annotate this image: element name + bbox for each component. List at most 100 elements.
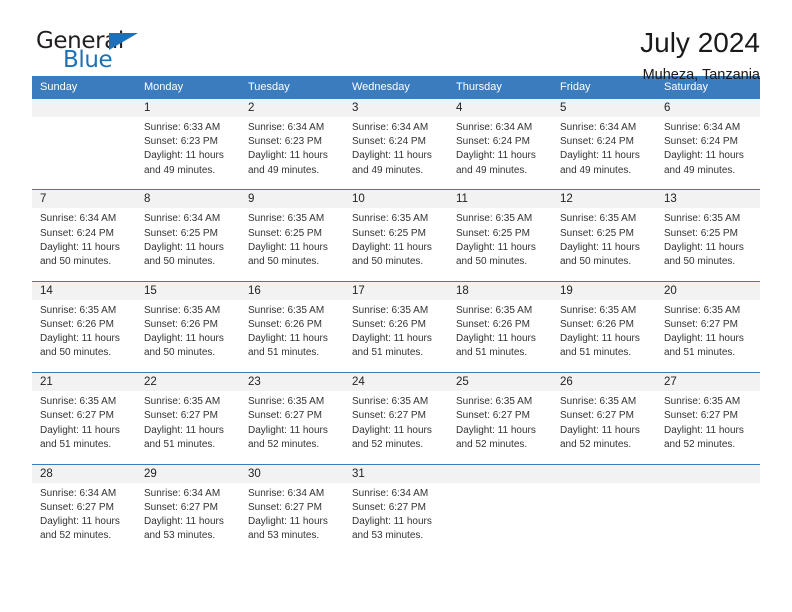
daylight-text-line1: Daylight: 11 hours — [248, 515, 328, 527]
calendar-day-cell[interactable]: 7 Sunrise: 6:34 AM Sunset: 6:24 PM Daylight… — [32, 189, 136, 282]
calendar-day-cell[interactable]: 21 Sunrise: 6:35 AM Sunset: 6:27 PM Dayligh… — [32, 372, 136, 465]
daylight-text-line2: and 49 minutes. — [664, 164, 736, 176]
calendar-day-cell[interactable]: 6 Sunrise: 6:34 AM Sunset: 6:24 PM Daylight… — [656, 97, 760, 190]
day-sun-info: Sunrise: 6:34 AM Sunset: 6:27 PM Daylight:… — [32, 483, 136, 544]
weekday-header-wednesday: Wednesday — [344, 76, 448, 99]
daylight-text-line1: Daylight: 11 hours — [144, 241, 224, 253]
daylight-text-line1: Daylight: 11 hours — [144, 515, 224, 527]
sunrise-text: Sunrise: 6:35 AM — [40, 396, 117, 408]
sunrise-text: Sunrise: 6:35 AM — [352, 396, 429, 408]
sunrise-text: Sunrise: 6:34 AM — [144, 213, 221, 225]
daylight-text-line1: Daylight: 11 hours — [40, 333, 120, 345]
sunrise-text: Sunrise: 6:34 AM — [40, 213, 117, 225]
daylight-text-line2: and 49 minutes. — [248, 164, 320, 176]
calendar-day-cell[interactable]: 13 Sunrise: 6:35 AM Sunset: 6:25 PM Dayligh… — [656, 189, 760, 282]
day-cell-inner: 6 Sunrise: 6:34 AM Sunset: 6:24 PM Daylight… — [656, 99, 760, 189]
sunset-text: Sunset: 6:25 PM — [664, 227, 738, 239]
day-cell-inner: 28 Sunrise: 6:34 AM Sunset: 6:27 PM Dayligh… — [32, 464, 136, 555]
sunset-text: Sunset: 6:27 PM — [352, 501, 426, 513]
day-number: 2 — [240, 99, 344, 117]
day-cell-inner: 4 Sunrise: 6:34 AM Sunset: 6:24 PM Daylight… — [448, 99, 552, 189]
sunrise-text: Sunrise: 6:34 AM — [560, 122, 637, 133]
day-number: 26 — [552, 373, 656, 392]
day-number: 22 — [136, 373, 240, 392]
sunrise-text: Sunrise: 6:34 AM — [352, 122, 429, 133]
sunset-text: Sunset: 6:25 PM — [456, 227, 530, 239]
calendar-empty-cell — [656, 463, 760, 555]
sunrise-text: Sunrise: 6:34 AM — [456, 122, 533, 133]
day-cell-inner: 23 Sunrise: 6:35 AM Sunset: 6:27 PM Dayligh… — [240, 373, 344, 463]
sunrise-text: Sunrise: 6:33 AM — [144, 122, 221, 133]
daylight-text-line1: Daylight: 11 hours — [248, 150, 328, 162]
day-sun-info: Sunrise: 6:34 AM Sunset: 6:24 PM Daylight:… — [344, 117, 448, 178]
sunrise-text: Sunrise: 6:35 AM — [664, 396, 741, 408]
sunrise-text: Sunrise: 6:35 AM — [664, 304, 741, 316]
calendar-day-cell[interactable]: 19 Sunrise: 6:35 AM Sunset: 6:26 PM Dayligh… — [552, 280, 656, 373]
general-blue-logo[interactable]: General Blue — [32, 28, 152, 80]
daylight-text-line1: Daylight: 11 hours — [144, 150, 224, 162]
calendar-day-cell[interactable]: 15 Sunrise: 6:35 AM Sunset: 6:26 PM Dayligh… — [136, 280, 240, 373]
daylight-text-line2: and 52 minutes. — [248, 438, 320, 450]
day-number: 6 — [656, 99, 760, 117]
calendar-day-cell[interactable]: 1 Sunrise: 6:33 AM Sunset: 6:23 PM Daylight… — [136, 97, 240, 190]
day-number: 9 — [240, 190, 344, 209]
calendar-day-cell[interactable]: 31 Sunrise: 6:34 AM Sunset: 6:27 PM Dayligh… — [344, 463, 448, 555]
sunset-text: Sunset: 6:24 PM — [40, 227, 114, 239]
calendar-day-cell[interactable]: 22 Sunrise: 6:35 AM Sunset: 6:27 PM Dayligh… — [136, 372, 240, 465]
daylight-text-line2: and 51 minutes. — [144, 438, 216, 450]
sunset-text: Sunset: 6:27 PM — [352, 410, 426, 422]
day-number: 28 — [32, 464, 136, 483]
calendar-day-cell[interactable]: 2 Sunrise: 6:34 AM Sunset: 6:23 PM Daylight… — [240, 97, 344, 190]
calendar-day-cell[interactable]: 25 Sunrise: 6:35 AM Sunset: 6:27 PM Dayligh… — [448, 372, 552, 465]
calendar-day-cell[interactable]: 9 Sunrise: 6:35 AM Sunset: 6:25 PM Daylight… — [240, 189, 344, 282]
calendar-day-cell[interactable]: 30 Sunrise: 6:34 AM Sunset: 6:27 PM Dayligh… — [240, 463, 344, 555]
day-sun-info: Sunrise: 6:35 AM Sunset: 6:25 PM Daylight:… — [240, 208, 344, 269]
sunset-text: Sunset: 6:26 PM — [144, 318, 218, 330]
daylight-text-line2: and 53 minutes. — [248, 530, 320, 542]
calendar-day-cell[interactable]: 16 Sunrise: 6:35 AM Sunset: 6:26 PM Dayligh… — [240, 280, 344, 373]
calendar-day-cell[interactable]: 17 Sunrise: 6:35 AM Sunset: 6:26 PM Dayligh… — [344, 280, 448, 373]
day-sun-info: Sunrise: 6:34 AM Sunset: 6:27 PM Daylight:… — [240, 483, 344, 544]
daylight-text-line2: and 52 minutes. — [560, 438, 632, 450]
daylight-text-line1: Daylight: 11 hours — [352, 424, 432, 436]
calendar-day-cell[interactable]: 18 Sunrise: 6:35 AM Sunset: 6:26 PM Dayligh… — [448, 280, 552, 373]
day-number: 20 — [656, 281, 760, 300]
sunrise-text: Sunrise: 6:35 AM — [248, 304, 325, 316]
calendar-day-cell[interactable]: 24 Sunrise: 6:35 AM Sunset: 6:27 PM Dayligh… — [344, 372, 448, 465]
day-number: 21 — [32, 373, 136, 392]
day-sun-info: Sunrise: 6:34 AM Sunset: 6:24 PM Daylight:… — [32, 208, 136, 269]
calendar-day-cell[interactable]: 29 Sunrise: 6:34 AM Sunset: 6:27 PM Dayligh… — [136, 463, 240, 555]
sunset-text: Sunset: 6:25 PM — [144, 227, 218, 239]
calendar-day-cell[interactable]: 14 Sunrise: 6:35 AM Sunset: 6:26 PM Dayligh… — [32, 280, 136, 373]
daylight-text-line1: Daylight: 11 hours — [248, 241, 328, 253]
calendar-day-cell[interactable]: 23 Sunrise: 6:35 AM Sunset: 6:27 PM Dayligh… — [240, 372, 344, 465]
calendar-day-cell[interactable]: 27 Sunrise: 6:35 AM Sunset: 6:27 PM Dayligh… — [656, 372, 760, 465]
daylight-text-line1: Daylight: 11 hours — [456, 424, 536, 436]
calendar-day-cell[interactable]: 11 Sunrise: 6:35 AM Sunset: 6:25 PM Dayligh… — [448, 189, 552, 282]
day-number — [448, 464, 552, 483]
sunset-text: Sunset: 6:27 PM — [248, 501, 322, 513]
calendar-day-cell[interactable]: 8 Sunrise: 6:34 AM Sunset: 6:25 PM Daylight… — [136, 189, 240, 282]
daylight-text-line1: Daylight: 11 hours — [456, 333, 536, 345]
sunset-text: Sunset: 6:27 PM — [144, 501, 218, 513]
calendar-day-cell[interactable]: 28 Sunrise: 6:34 AM Sunset: 6:27 PM Dayligh… — [32, 463, 136, 555]
day-sun-info: Sunrise: 6:35 AM Sunset: 6:27 PM Daylight:… — [344, 391, 448, 452]
day-number: 12 — [552, 190, 656, 209]
calendar-day-cell[interactable]: 10 Sunrise: 6:35 AM Sunset: 6:25 PM Dayligh… — [344, 189, 448, 282]
day-cell-inner: 18 Sunrise: 6:35 AM Sunset: 6:26 PM Dayligh… — [448, 281, 552, 372]
sunrise-text: Sunrise: 6:35 AM — [560, 396, 637, 408]
day-cell-inner: 25 Sunrise: 6:35 AM Sunset: 6:27 PM Dayligh… — [448, 373, 552, 463]
logo-text-blue: Blue — [63, 47, 113, 73]
day-sun-info: Sunrise: 6:34 AM Sunset: 6:27 PM Daylight:… — [344, 483, 448, 544]
day-sun-info: Sunrise: 6:35 AM Sunset: 6:27 PM Daylight:… — [448, 391, 552, 452]
daylight-text-line2: and 53 minutes. — [352, 530, 424, 542]
daylight-text-line2: and 52 minutes. — [352, 438, 424, 450]
calendar-day-cell[interactable]: 4 Sunrise: 6:34 AM Sunset: 6:24 PM Daylight… — [448, 97, 552, 190]
calendar-day-cell[interactable]: 20 Sunrise: 6:35 AM Sunset: 6:27 PM Dayligh… — [656, 280, 760, 373]
calendar-day-cell[interactable]: 5 Sunrise: 6:34 AM Sunset: 6:24 PM Daylight… — [552, 97, 656, 190]
daylight-text-line1: Daylight: 11 hours — [352, 150, 432, 162]
calendar-day-cell[interactable]: 12 Sunrise: 6:35 AM Sunset: 6:25 PM Dayligh… — [552, 189, 656, 282]
calendar-day-cell[interactable]: 3 Sunrise: 6:34 AM Sunset: 6:24 PM Daylight… — [344, 97, 448, 190]
day-sun-info: Sunrise: 6:35 AM Sunset: 6:25 PM Daylight:… — [344, 208, 448, 269]
calendar-day-cell[interactable]: 26 Sunrise: 6:35 AM Sunset: 6:27 PM Dayligh… — [552, 372, 656, 465]
